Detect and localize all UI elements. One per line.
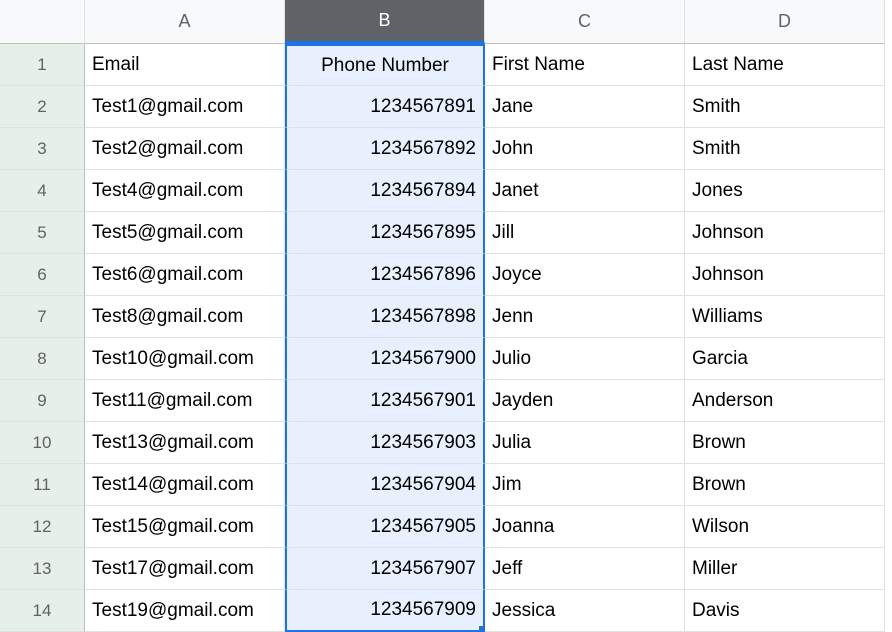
cell-b2[interactable]: 1234567891 [285, 86, 485, 128]
row-header[interactable]: 13 [0, 548, 85, 590]
cell-a5[interactable]: Test5@gmail.com [85, 212, 285, 254]
cell-c8[interactable]: Julio [485, 338, 685, 380]
cell-a6[interactable]: Test6@gmail.com [85, 254, 285, 296]
cell-a13[interactable]: Test17@gmail.com [85, 548, 285, 590]
row-header[interactable]: 1 [0, 44, 85, 86]
cell-c1[interactable]: First Name [485, 44, 685, 86]
cell-a12[interactable]: Test15@gmail.com [85, 506, 285, 548]
cell-c10[interactable]: Julia [485, 422, 685, 464]
cell-b1[interactable]: Phone Number [285, 44, 485, 86]
cell-b11[interactable]: 1234567904 [285, 464, 485, 506]
cell-d11[interactable]: Brown [685, 464, 885, 506]
cell-c11[interactable]: Jim [485, 464, 685, 506]
cell-c3[interactable]: John [485, 128, 685, 170]
cell-b8[interactable]: 1234567900 [285, 338, 485, 380]
row-header[interactable]: 10 [0, 422, 85, 464]
cell-b6[interactable]: 1234567896 [285, 254, 485, 296]
cell-d10[interactable]: Brown [685, 422, 885, 464]
cell-a1[interactable]: Email [85, 44, 285, 86]
cell-d3[interactable]: Smith [685, 128, 885, 170]
cell-d1[interactable]: Last Name [685, 44, 885, 86]
cell-d7[interactable]: Williams [685, 296, 885, 338]
cell-b4[interactable]: 1234567894 [285, 170, 485, 212]
row-header[interactable]: 3 [0, 128, 85, 170]
cell-c12[interactable]: Joanna [485, 506, 685, 548]
cell-d12[interactable]: Wilson [685, 506, 885, 548]
cell-d9[interactable]: Anderson [685, 380, 885, 422]
column-header-d[interactable]: D [685, 0, 885, 44]
cell-a4[interactable]: Test4@gmail.com [85, 170, 285, 212]
cell-c7[interactable]: Jenn [485, 296, 685, 338]
cell-b12[interactable]: 1234567905 [285, 506, 485, 548]
spreadsheet-grid[interactable]: A B C D 1 Email Phone Number First Name … [0, 0, 892, 632]
cell-b3[interactable]: 1234567892 [285, 128, 485, 170]
column-header-a[interactable]: A [85, 0, 285, 44]
cell-d14[interactable]: Davis [685, 590, 885, 632]
cell-b5[interactable]: 1234567895 [285, 212, 485, 254]
cell-d6[interactable]: Johnson [685, 254, 885, 296]
row-header[interactable]: 5 [0, 212, 85, 254]
cell-d4[interactable]: Jones [685, 170, 885, 212]
column-header-c[interactable]: C [485, 0, 685, 44]
row-header[interactable]: 4 [0, 170, 85, 212]
cell-d2[interactable]: Smith [685, 86, 885, 128]
row-header[interactable]: 9 [0, 380, 85, 422]
cell-b13[interactable]: 1234567907 [285, 548, 485, 590]
cell-b9[interactable]: 1234567901 [285, 380, 485, 422]
cell-b7[interactable]: 1234567898 [285, 296, 485, 338]
cell-b14[interactable]: 1234567909 [285, 590, 485, 632]
select-all-corner[interactable] [0, 0, 85, 44]
cell-c14[interactable]: Jessica [485, 590, 685, 632]
cell-d8[interactable]: Garcia [685, 338, 885, 380]
cell-c2[interactable]: Jane [485, 86, 685, 128]
cell-a14[interactable]: Test19@gmail.com [85, 590, 285, 632]
cell-b10[interactable]: 1234567903 [285, 422, 485, 464]
cell-d5[interactable]: Johnson [685, 212, 885, 254]
cell-a7[interactable]: Test8@gmail.com [85, 296, 285, 338]
row-header[interactable]: 7 [0, 296, 85, 338]
cell-a11[interactable]: Test14@gmail.com [85, 464, 285, 506]
row-header[interactable]: 12 [0, 506, 85, 548]
row-header[interactable]: 2 [0, 86, 85, 128]
cell-d13[interactable]: Miller [685, 548, 885, 590]
cell-a9[interactable]: Test11@gmail.com [85, 380, 285, 422]
cell-c13[interactable]: Jeff [485, 548, 685, 590]
cell-c4[interactable]: Janet [485, 170, 685, 212]
row-header[interactable]: 8 [0, 338, 85, 380]
row-header[interactable]: 14 [0, 590, 85, 632]
row-header[interactable]: 11 [0, 464, 85, 506]
cell-a3[interactable]: Test2@gmail.com [85, 128, 285, 170]
cell-c9[interactable]: Jayden [485, 380, 685, 422]
row-header[interactable]: 6 [0, 254, 85, 296]
cell-c5[interactable]: Jill [485, 212, 685, 254]
column-header-b[interactable]: B [285, 0, 485, 44]
cell-a10[interactable]: Test13@gmail.com [85, 422, 285, 464]
cell-c6[interactable]: Joyce [485, 254, 685, 296]
cell-a8[interactable]: Test10@gmail.com [85, 338, 285, 380]
cell-a2[interactable]: Test1@gmail.com [85, 86, 285, 128]
